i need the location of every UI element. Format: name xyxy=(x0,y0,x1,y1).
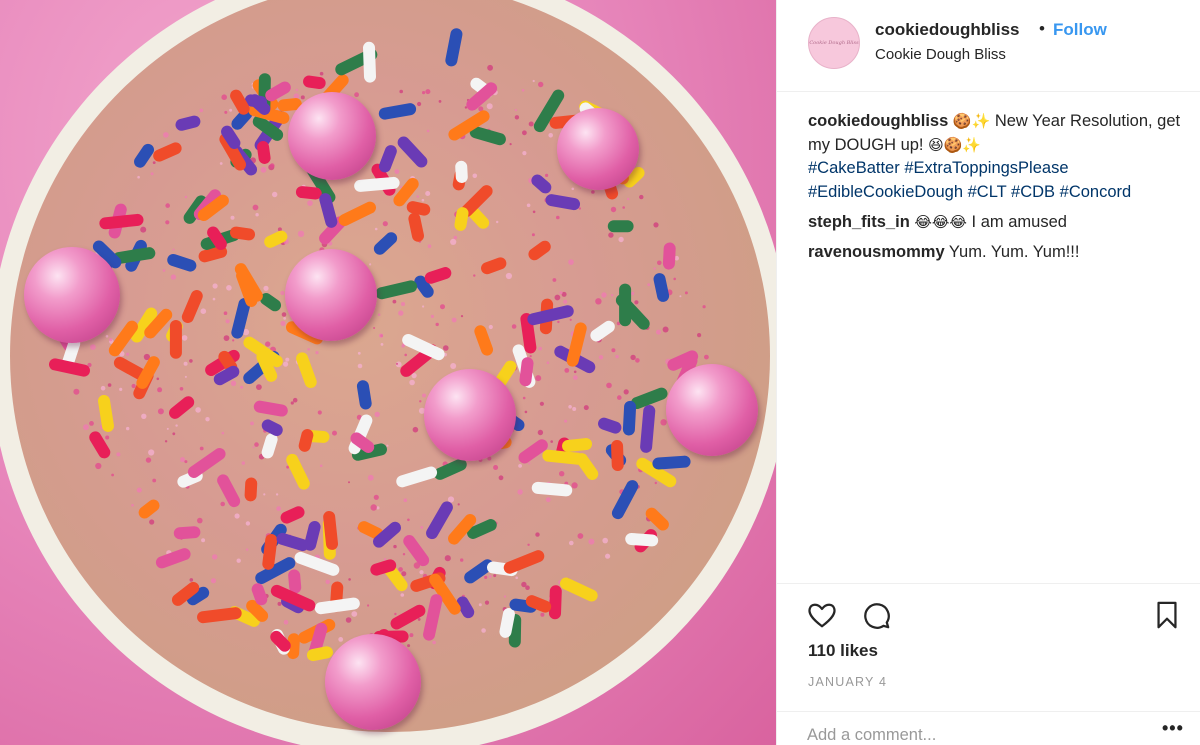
post-sidebar: Cookie Dough Bliss cookiedoughbliss • Fo… xyxy=(776,0,1200,745)
caption-username[interactable]: cookiedoughbliss xyxy=(808,112,948,130)
sugar-pearl xyxy=(666,364,758,456)
hashtag[interactable]: #CLT xyxy=(968,183,1007,201)
comment-emoji-tears-of-joy: 😂😂😂 xyxy=(914,212,967,231)
comment-item: ravenousmommy Yum. Yum. Yum!!! xyxy=(808,241,1193,265)
sugar-pearls xyxy=(0,0,776,745)
hashtag[interactable]: #Concord xyxy=(1060,183,1132,201)
hashtag[interactable]: #CDB xyxy=(1011,183,1055,201)
sugar-pearl xyxy=(557,108,639,190)
post-photo[interactable] xyxy=(0,0,776,745)
comment-item: steph_fits_in 😂😂😂 I am amused xyxy=(808,211,1193,235)
caption: cookiedoughbliss 🍪✨ New Year Resolution,… xyxy=(808,110,1193,204)
header-separator: • xyxy=(1039,19,1045,38)
comment-username[interactable]: ravenousmommy xyxy=(808,243,945,261)
avatar-logo-text: Cookie Dough Bliss xyxy=(809,40,859,46)
more-options-icon[interactable]: ••• xyxy=(1162,718,1184,739)
hashtag[interactable]: #ExtraToppingsPlease xyxy=(904,159,1068,177)
post-date[interactable]: JANUARY 4 xyxy=(808,675,887,689)
comment-bar: ••• xyxy=(777,711,1200,745)
comment-text: I am amused xyxy=(966,212,1067,231)
avatar[interactable]: Cookie Dough Bliss xyxy=(808,17,860,69)
sugar-pearl xyxy=(285,249,377,341)
comment-icon[interactable] xyxy=(861,600,891,630)
header-username[interactable]: cookiedoughbliss xyxy=(875,20,1020,40)
sugar-pearl xyxy=(424,369,516,461)
comments-section: cookiedoughbliss 🍪✨ New Year Resolution,… xyxy=(808,110,1193,271)
sugar-pearl xyxy=(24,247,120,343)
header-display-name: Cookie Dough Bliss xyxy=(875,46,1006,63)
sugar-pearl xyxy=(288,92,376,180)
follow-button[interactable]: Follow xyxy=(1053,20,1107,40)
likes-count[interactable]: 110 likes xyxy=(808,641,878,661)
hashtag[interactable]: #CakeBatter xyxy=(808,159,900,177)
comment-username[interactable]: steph_fits_in xyxy=(808,213,910,231)
heart-icon[interactable] xyxy=(807,600,837,630)
comment-input[interactable] xyxy=(807,722,1137,745)
comment-text: Yum. Yum. Yum!!! xyxy=(944,242,1080,261)
caption-emoji-cookie-sparkle: 🍪✨ xyxy=(952,112,991,130)
caption-emoji-laugh-cookie-sparkle: 😆🍪✨ xyxy=(928,135,982,154)
bookmark-icon[interactable] xyxy=(1152,600,1182,630)
hashtag[interactable]: #EdibleCookieDough xyxy=(808,183,963,201)
post-actions: 110 likes JANUARY 4 ••• xyxy=(777,583,1200,745)
sugar-pearl xyxy=(325,634,421,730)
post-header: Cookie Dough Bliss cookiedoughbliss • Fo… xyxy=(777,0,1200,92)
